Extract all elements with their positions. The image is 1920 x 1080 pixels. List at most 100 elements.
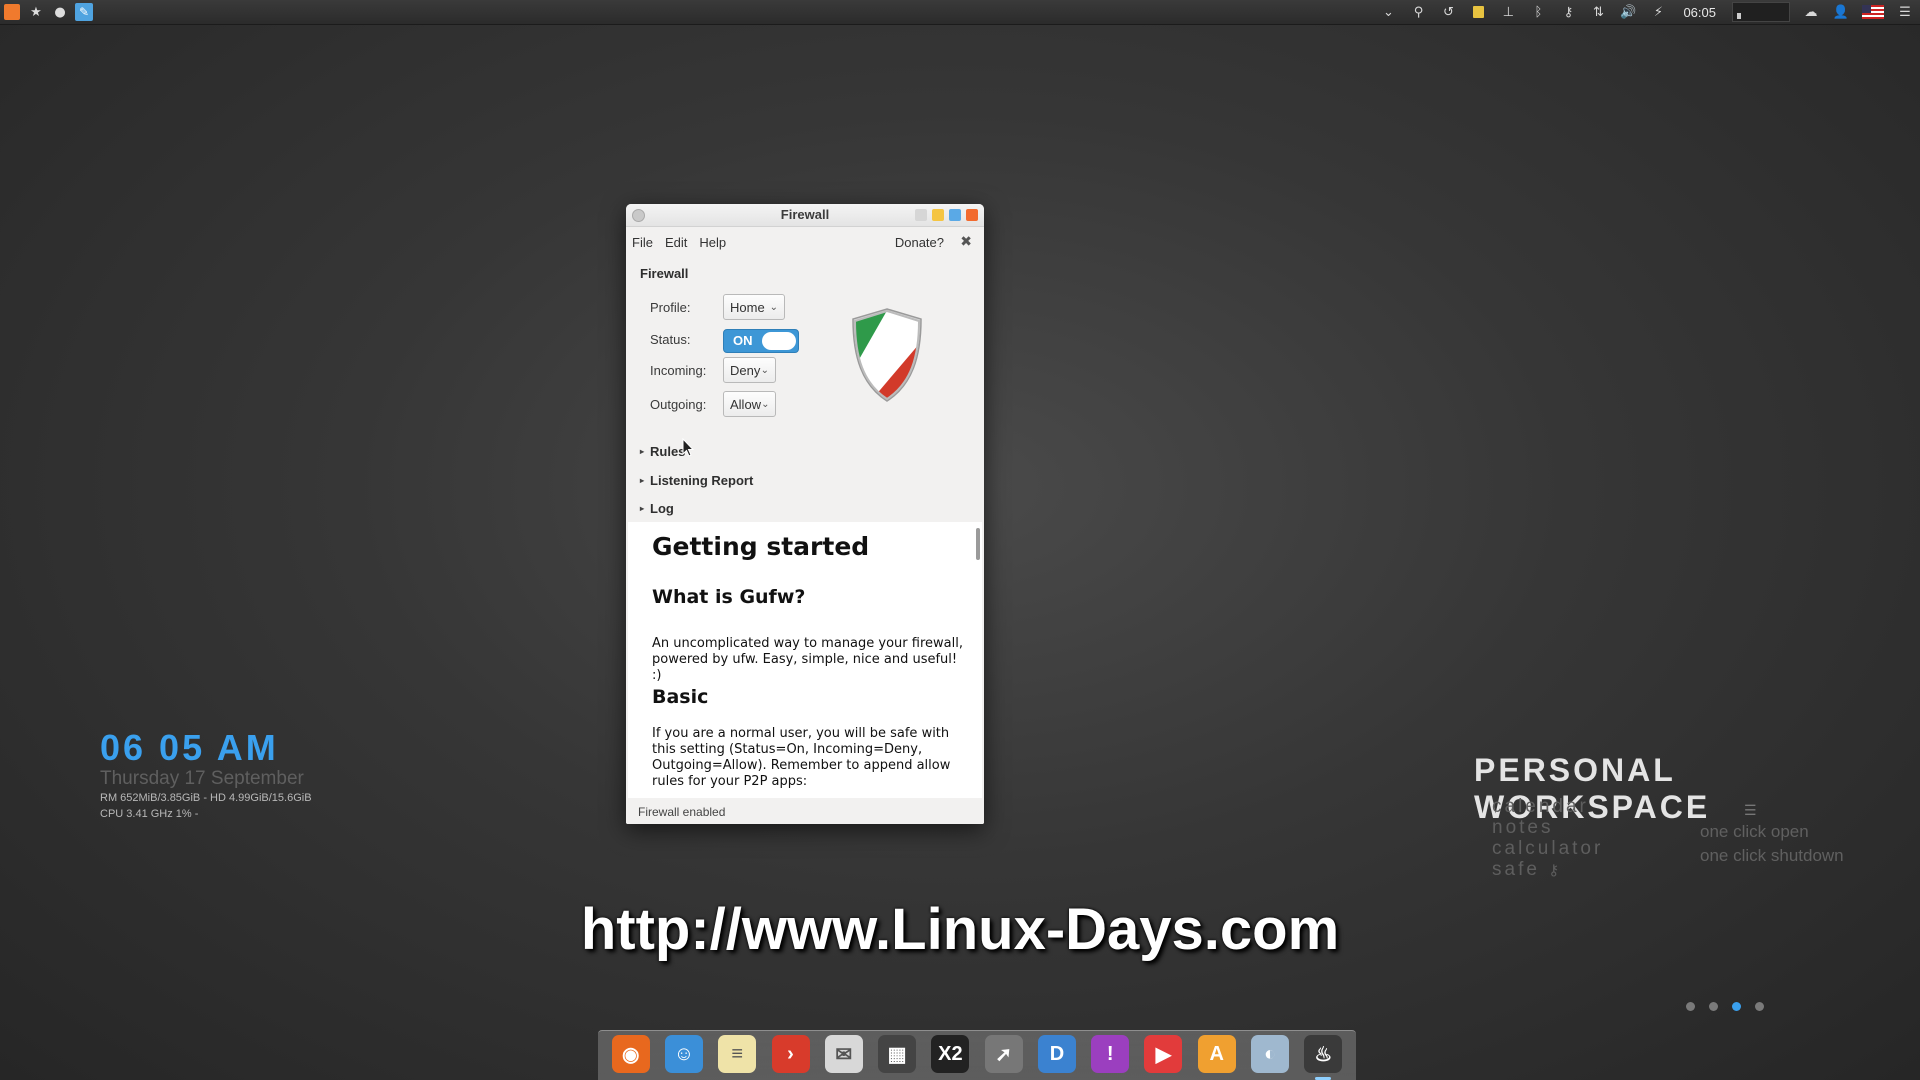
user-icon[interactable]: 👤 (1826, 0, 1856, 24)
settings-switch-icon: ◐ (1251, 1035, 1290, 1073)
workspace-item-safe[interactable]: safe ⚷ (1492, 859, 1603, 880)
menu-edit[interactable]: Edit (665, 235, 687, 250)
firewall-heading: Firewall (640, 266, 689, 281)
menu-file[interactable]: File (632, 235, 653, 250)
minimize-button[interactable] (932, 209, 944, 221)
dashboard-icon: ▦ (878, 1035, 917, 1073)
workspace-item-calculator[interactable]: calculator (1492, 838, 1603, 859)
expander-arrow-icon: ▸ (640, 504, 645, 513)
cloud-icon[interactable]: ☁ (1796, 0, 1826, 24)
workspace-dot-3[interactable] (1732, 1002, 1741, 1011)
outgoing-value: Allow (730, 396, 762, 412)
active-app-icon[interactable]: ✎ (72, 0, 96, 24)
outgoing-select[interactable]: Allow ⌄ (723, 391, 776, 417)
help-scrollbar[interactable] (976, 528, 980, 560)
dock-item-x2[interactable]: X2 (928, 1032, 973, 1076)
power-icon[interactable]: ⚡ (1643, 0, 1673, 24)
history-icon[interactable]: ↺ (1433, 0, 1463, 24)
circle-indicator-icon[interactable]: ● (48, 0, 72, 24)
rules-label: Rules (650, 444, 686, 459)
dock-item-firefox[interactable]: ◉ (608, 1032, 653, 1076)
dock: ◉ ☺ ≡ › ✉ ▦ X2 ➚ D! ▶ A ◐ ♨ (598, 1030, 1356, 1080)
network-icon[interactable]: ⊥ (1493, 0, 1523, 24)
system-stats-memory: RM 652MiB/3.85GiB - HD 4.99GiB/15.6GiB (100, 792, 312, 804)
software-center-icon: A (1197, 1035, 1236, 1073)
app-launcher-icon[interactable] (0, 0, 24, 24)
workspace-hint-shutdown: one click shutdown (1700, 846, 1844, 865)
close-button[interactable] (966, 209, 978, 221)
status-label: Status: (650, 332, 691, 347)
rules-expander[interactable]: ▸ Rules (640, 438, 694, 459)
profile-select[interactable]: Home ⌄ (723, 294, 785, 320)
favorites-star-icon[interactable]: ★ (24, 0, 48, 24)
menu-help[interactable]: Help (699, 235, 726, 250)
donate-link[interactable]: Donate? (895, 235, 944, 250)
youtube-icon: ▶ (1144, 1035, 1183, 1073)
window-titlebar[interactable]: Firewall (626, 204, 984, 227)
clock-widget: 06 05 AM Thursday 17 September RM 652MiB… (100, 728, 312, 822)
search-icon[interactable]: ⚲ (1403, 0, 1433, 24)
document-viewer-icon: D (1037, 1035, 1076, 1073)
dock-item-youtube[interactable]: ▶ (1141, 1032, 1186, 1076)
close-x-icon[interactable]: ✖ (960, 233, 972, 250)
dock-item-chat[interactable]: ! (1088, 1032, 1133, 1076)
toggle-knob (762, 332, 796, 350)
dock-item-store[interactable]: A (1194, 1032, 1239, 1076)
workspace-widget: PERSONAL WORKSPACE calendar notes calcul… (1470, 752, 1910, 892)
panel-clock[interactable]: 06:05 (1673, 5, 1726, 20)
memory-graph-icon[interactable] (1732, 2, 1790, 22)
rocket-icon: ➚ (984, 1035, 1023, 1073)
notes-icon[interactable] (1463, 0, 1493, 24)
status-toggle[interactable]: ON (723, 329, 799, 353)
firefox-icon: ◉ (611, 1035, 650, 1073)
help-panel[interactable]: Getting started What is Gufw? An uncompl… (628, 522, 982, 800)
maximize-button[interactable] (949, 209, 961, 221)
dock-item-terminal[interactable]: › (768, 1032, 813, 1076)
chevron-down-icon: ⌄ (760, 364, 769, 376)
dock-item-settings[interactable]: ◐ (1247, 1032, 1292, 1076)
workspace-dots (1686, 1002, 1764, 1011)
us-flag-icon[interactable] (1862, 5, 1884, 19)
dock-item-launcher[interactable]: ➚ (981, 1032, 1026, 1076)
notepad-icon: ≡ (718, 1035, 757, 1073)
key-icon[interactable]: ⚷ (1553, 0, 1583, 24)
file-manager-icon: ☺ (664, 1035, 703, 1073)
workspace-item-notes[interactable]: notes (1492, 817, 1603, 838)
workspace-item-calendar[interactable]: calendar (1492, 796, 1603, 817)
bluetooth-icon[interactable]: ᛒ (1523, 0, 1553, 24)
expander-arrow-icon: ▸ (640, 476, 645, 485)
dock-item-widgets[interactable]: ▦ (874, 1032, 919, 1076)
log-label: Log (650, 501, 674, 516)
outgoing-label: Outgoing: (650, 397, 707, 412)
incoming-select[interactable]: Deny ⌄ (723, 357, 776, 383)
status-value: ON (733, 333, 753, 348)
flame-icon: ♨ (1304, 1035, 1343, 1073)
profile-value: Home (730, 299, 765, 315)
chevron-down-icon[interactable]: ⌄ (1373, 0, 1403, 24)
log-expander[interactable]: ▸ Log (640, 501, 674, 516)
workspace-dot-1[interactable] (1686, 1002, 1695, 1011)
window-controls (915, 209, 978, 221)
incoming-value: Deny (730, 362, 761, 378)
listening-report-label: Listening Report (650, 473, 754, 488)
top-panel: ★ ● ✎ ⌄ ⚲ ↺ ⊥ ᛒ ⚷ ⇅ 🔊 ⚡ 06:05 ☁ 👤 ☰ (0, 0, 1920, 25)
dock-item-firewall[interactable]: ♨ (1301, 1032, 1346, 1080)
dock-item-docs[interactable]: D (1034, 1032, 1079, 1076)
menu-lines-icon[interactable]: ☰ (1744, 802, 1757, 819)
dock-item-mail[interactable]: ✉ (821, 1032, 866, 1076)
transfer-arrows-icon[interactable]: ⇅ (1583, 0, 1613, 24)
listening-report-expander[interactable]: ▸ Listening Report (640, 473, 753, 488)
workspace-dot-2[interactable] (1709, 1002, 1718, 1011)
watermark-url: http://www.Linux-Days.com (580, 897, 1340, 962)
volume-icon[interactable]: 🔊 (1613, 0, 1643, 24)
workspace-items: calendar notes calculator safe ⚷ (1492, 796, 1603, 880)
clock-time: 06 05 AM (100, 727, 279, 768)
dock-item-notes[interactable]: ≡ (715, 1032, 760, 1076)
help-basic-heading: Basic (652, 686, 709, 708)
dock-item-finder[interactable]: ☺ (661, 1032, 706, 1076)
pin-button[interactable] (915, 209, 927, 221)
mouse-cursor-icon (682, 438, 694, 457)
terminal-icon: › (771, 1035, 810, 1073)
menu-icon[interactable]: ☰ (1890, 0, 1920, 24)
workspace-dot-4[interactable] (1755, 1002, 1764, 1011)
